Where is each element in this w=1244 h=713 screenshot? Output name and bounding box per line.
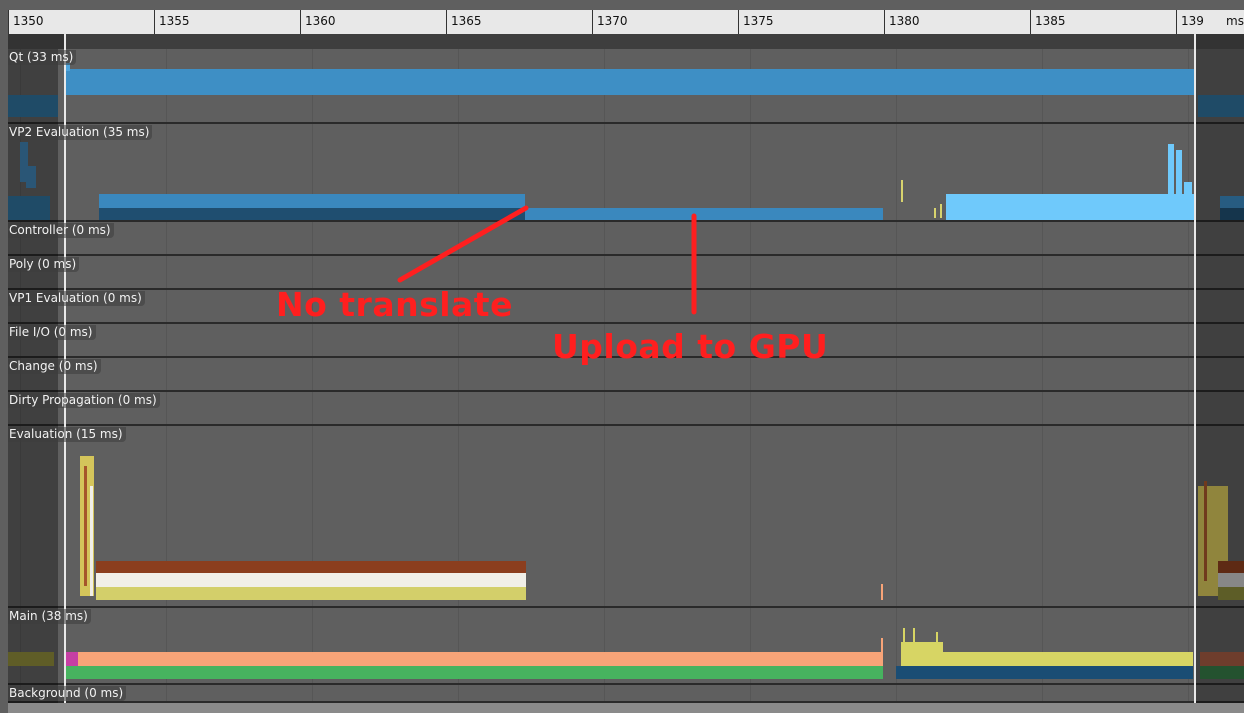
lane-label: VP2 Evaluation (35 ms) xyxy=(8,125,153,140)
annotation-upload-to-gpu: Upload to GPU xyxy=(552,327,829,366)
lane-label: Background (0 ms) xyxy=(8,686,127,701)
lane-label: Change (0 ms) xyxy=(8,359,101,374)
annotation-no-translate: No translate xyxy=(276,285,513,324)
lane-label: Main (38 ms) xyxy=(8,609,91,624)
lane-label: Poly (0 ms) xyxy=(8,257,80,272)
lane-label: VP1 Evaluation (0 ms) xyxy=(8,291,145,306)
no-translate-arrow xyxy=(397,205,529,283)
lane-label: File I/O (0 ms) xyxy=(8,325,96,340)
lane-label: Qt (33 ms) xyxy=(8,50,77,65)
lane-label: Evaluation (15 ms) xyxy=(8,427,126,442)
lane-label: Controller (0 ms) xyxy=(8,223,114,238)
lane-label: Dirty Propagation (0 ms) xyxy=(8,393,160,408)
